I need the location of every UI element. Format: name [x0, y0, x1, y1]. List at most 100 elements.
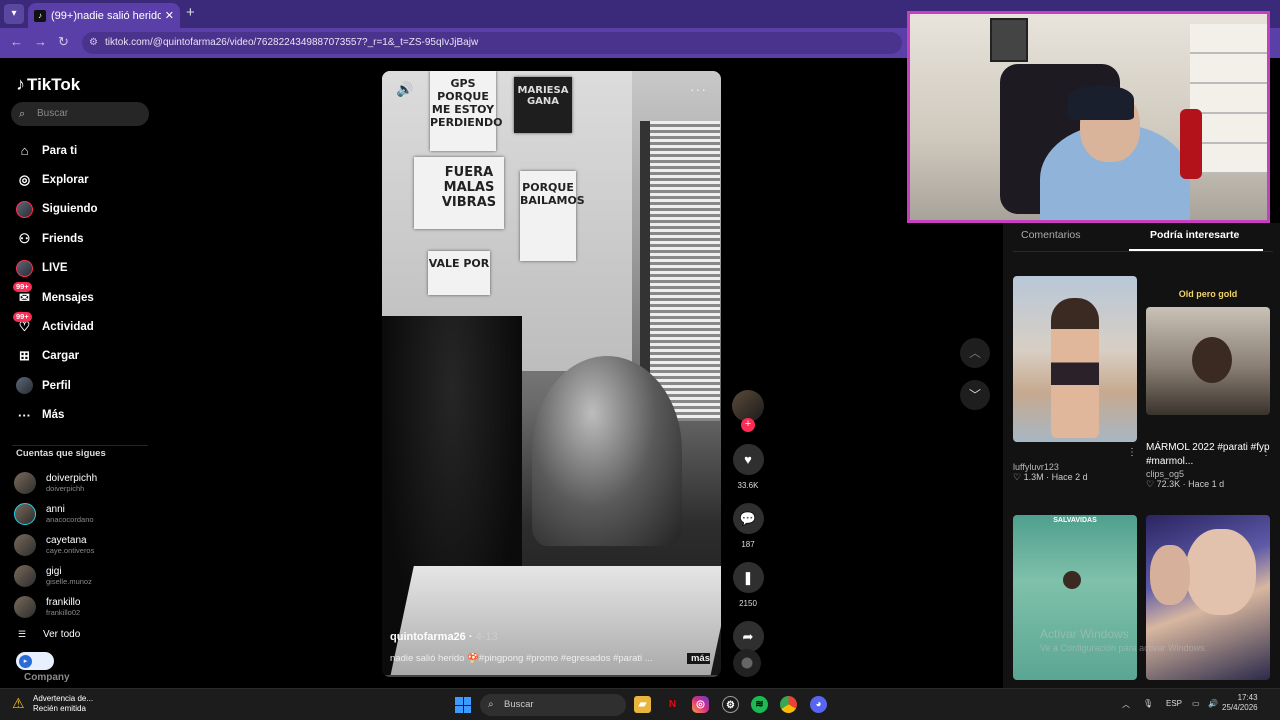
poster: MARIESA GANA [514, 77, 572, 133]
more-link[interactable]: más [686, 653, 710, 664]
network-icon[interactable]: ▭ [1192, 699, 1200, 708]
following-header: Cuentas que sigues [16, 448, 106, 459]
compass-icon: ◎ [18, 172, 31, 188]
card-menu-icon[interactable]: ⋮ [1261, 447, 1271, 458]
following-item[interactable]: cayetana caye.ontiveros [14, 529, 160, 560]
search-icon: ⌕ [488, 699, 494, 710]
card-user[interactable]: luffyluvr123 [1013, 462, 1137, 472]
menu-item-cargar[interactable]: ⊞ Cargar [0, 342, 160, 371]
tiktok-logo[interactable]: ♪ TikTok [16, 74, 80, 95]
next-video-button[interactable]: ﹀ [960, 380, 990, 410]
following-item[interactable]: frankillo frankillo02 [14, 591, 160, 622]
save-action[interactable]: ❚ 2150 [731, 562, 765, 608]
url-field[interactable]: ⚙ tiktok.com/@quintofarma26/video/762822… [82, 32, 902, 54]
browser-tab[interactable]: ♪ (99+)nadie salió herido 🍄 #pin ✕ [28, 3, 180, 28]
card-title[interactable]: MÁRMOL 2022 #parati #fyp #marmol... [1146, 441, 1270, 469]
recommended-card[interactable]: Old pero gold MÁRMOL 2022 #parati #fyp #… [1146, 289, 1270, 490]
menu-item-siguiendo[interactable]: Siguiendo [0, 195, 160, 224]
clock[interactable]: 17:43 25/4/2026 [1222, 693, 1258, 713]
poster: VALE POR [428, 251, 490, 295]
brand-name: TikTok [27, 74, 81, 94]
tray-overflow-icon[interactable]: ︿ [1122, 699, 1130, 710]
volume-icon[interactable]: 🔊 [1208, 699, 1218, 708]
following-item[interactable]: anni anacocordano [14, 498, 160, 529]
video-progress[interactable] [382, 675, 721, 677]
file-explorer-icon[interactable]: ▰ [634, 696, 651, 713]
prev-video-button[interactable]: ︿ [960, 338, 990, 368]
following-item[interactable]: gigi giselle.munoz [14, 560, 160, 591]
menu-item-perfil[interactable]: Perfil [0, 371, 160, 400]
menu-label: Explorar [42, 174, 89, 187]
card-age: Hace 1 d [1188, 479, 1225, 489]
comment-icon[interactable]: 💬 [732, 503, 764, 534]
see-all-link[interactable]: ☰ Ver todo [18, 629, 80, 640]
recommended-card[interactable] [1146, 515, 1270, 680]
heart-icon[interactable]: ♥ [732, 444, 764, 475]
video-author[interactable]: quintofarma26 · 4-13 [390, 631, 498, 643]
recommended-card[interactable]: luffyluvr123 ♡ 1.3M · Hace 2 d [1013, 276, 1137, 483]
new-tab-button[interactable]: + [186, 4, 195, 21]
netflix-icon[interactable]: N [664, 696, 681, 713]
microphone-icon[interactable]: 🎙 [1143, 699, 1153, 708]
search-input[interactable]: ⌕ Buscar [11, 102, 149, 126]
menu-item-actividad[interactable]: ♡ 99+ Actividad [0, 311, 160, 341]
author-avatar[interactable]: + [732, 390, 764, 432]
like-count: 33.6K [737, 481, 759, 490]
spotify-icon[interactable]: ≋ [751, 696, 768, 713]
thumbnail-person [1051, 298, 1099, 438]
notification-title: Advertencia de... [33, 694, 94, 703]
tab-recommendations[interactable]: Podría interesarte [1150, 229, 1239, 241]
video-person [532, 356, 682, 546]
menu-item-live[interactable]: LIVE [0, 254, 160, 283]
comment-action[interactable]: 💬 187 [731, 503, 765, 549]
tab-list-button[interactable]: ▾ [4, 4, 24, 24]
video-thumbnail[interactable] [1146, 307, 1270, 415]
following-item[interactable]: doiverpichh doiverpichh [14, 467, 160, 498]
menu-item-mensajes[interactable]: ✉ 99+ Mensajes [0, 282, 160, 312]
video-player[interactable]: GPS PORQUE ME ESTOY PERDIENDO MARIESA GA… [382, 71, 721, 677]
video-thumbnail[interactable] [1146, 515, 1270, 680]
card-user[interactable]: clips_og5 [1146, 469, 1270, 479]
get-app-toggle[interactable]: ▸ [16, 652, 54, 670]
steam-icon[interactable]: ⚙ [722, 696, 739, 713]
chrome-icon[interactable] [780, 696, 797, 713]
description-text: nadie salió herido 🍄#pingpong #promo #eg… [390, 653, 653, 664]
clock-time: 17:43 [1237, 693, 1258, 702]
active-tab-underline [1129, 249, 1263, 251]
like-action[interactable]: ♥ 33.6K [731, 444, 765, 490]
start-button[interactable] [455, 697, 471, 713]
heart-outline-icon: ♡ [1146, 479, 1155, 489]
music-disc-icon[interactable] [733, 649, 761, 677]
follow-plus-icon[interactable]: + [741, 418, 755, 432]
taskbar-search[interactable]: ⌕ Buscar [480, 694, 626, 716]
menu-item-para-ti[interactable]: ⌂ Para ti [0, 136, 160, 165]
instagram-icon[interactable]: ◎ [692, 696, 709, 713]
video-thumbnail[interactable] [1013, 276, 1137, 442]
menu-label: Mensajes [42, 291, 94, 304]
tab-comments[interactable]: Comentarios [1021, 229, 1081, 241]
back-icon[interactable]: ← [10, 34, 23, 49]
recommended-card[interactable]: SALVAVIDAS [1013, 515, 1137, 680]
home-icon: ⌂ [20, 143, 29, 159]
site-info-icon[interactable]: ⚙ [89, 32, 98, 54]
more-options-icon[interactable]: ··· [690, 81, 707, 97]
close-tab-icon[interactable]: ✕ [165, 9, 174, 22]
warning-icon[interactable]: ⚠ [12, 695, 25, 712]
share-icon[interactable]: ➦ [732, 621, 764, 652]
bookmark-icon[interactable]: ❚ [732, 562, 764, 593]
menu-item-mas[interactable]: ··· Más [0, 401, 160, 430]
company-link[interactable]: Company [24, 672, 70, 683]
card-menu-icon[interactable]: ⋮ [1127, 447, 1137, 458]
video-thumbnail[interactable]: SALVAVIDAS [1013, 515, 1137, 680]
avatar [14, 533, 36, 556]
reload-icon[interactable]: ↻ [58, 34, 69, 50]
language-indicator[interactable]: ESP [1166, 699, 1182, 708]
following-name: doiverpichh [46, 472, 98, 484]
activity-icon: ♡ 99+ [13, 311, 33, 336]
menu-item-friends[interactable]: ⚇ Friends [0, 224, 160, 253]
discord-icon[interactable]: ◕ [810, 696, 827, 713]
volume-icon[interactable]: 🔊 [396, 81, 413, 98]
menu-item-explorar[interactable]: ◎ Explorar [0, 165, 160, 194]
forward-icon[interactable]: → [34, 34, 47, 49]
notification[interactable]: Advertencia de... Recién emitida [33, 694, 93, 714]
